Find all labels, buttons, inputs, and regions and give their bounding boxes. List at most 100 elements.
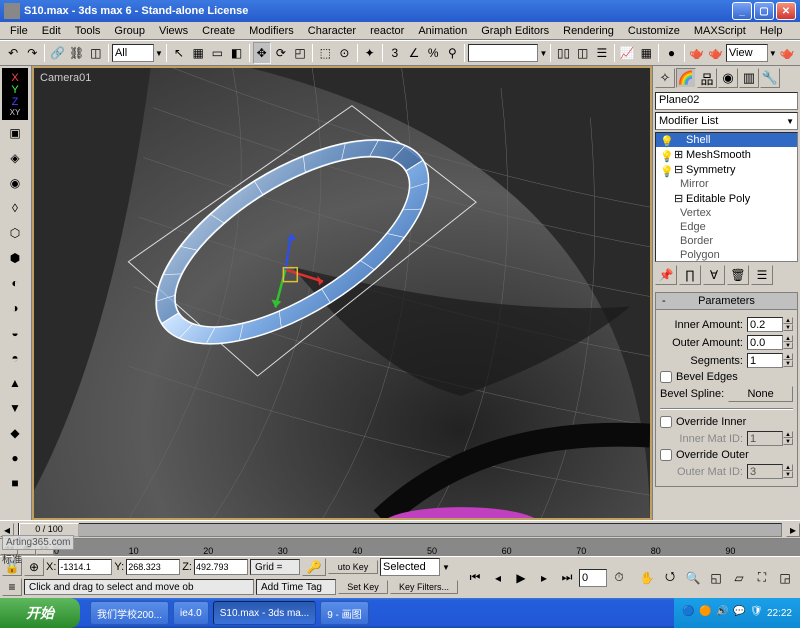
object-name-field[interactable]: Plane02 [655, 92, 798, 110]
reactor-tool-15[interactable]: ■ [2, 471, 28, 495]
modifier-stack-item[interactable]: Border [656, 234, 797, 248]
pin-stack-button[interactable]: 📌 [655, 265, 677, 285]
menu-grapheditors[interactable]: Graph Editors [475, 24, 555, 38]
taskbar-item[interactable]: ie4.0 [173, 601, 209, 625]
time-slider-next[interactable]: ▸ [786, 523, 800, 537]
spinner-down-icon[interactable]: ▼ [783, 360, 793, 367]
menu-modifiers[interactable]: Modifiers [243, 24, 300, 38]
view-dropdown[interactable] [726, 44, 768, 62]
bevel-edges-checkbox[interactable] [660, 371, 672, 383]
menu-file[interactable]: File [4, 24, 34, 38]
z-input[interactable] [194, 559, 248, 575]
menu-character[interactable]: Character [302, 24, 362, 38]
reactor-tool-10[interactable]: ◓ [2, 346, 28, 370]
link-button[interactable]: 🔗 [48, 42, 66, 64]
fov-button[interactable]: ▱ [728, 567, 750, 589]
snap-button[interactable]: 3 [386, 42, 404, 64]
minimize-button[interactable]: _ [732, 2, 752, 20]
window-crossing-button[interactable]: ◧ [227, 42, 245, 64]
time-tag[interactable]: Add Time Tag [256, 579, 336, 595]
menu-views[interactable]: Views [153, 24, 194, 38]
reactor-tool-8[interactable]: ◑ [2, 296, 28, 320]
abs-rel-button[interactable]: ⊕ [24, 558, 44, 576]
menu-reactor[interactable]: reactor [364, 24, 410, 38]
segments-input[interactable] [747, 353, 783, 368]
modifier-stack-item[interactable]: Polygon [656, 248, 797, 262]
reactor-tool-9[interactable]: ◒ [2, 321, 28, 345]
configure-button[interactable]: ☰ [751, 265, 773, 285]
rotate-button[interactable]: ⟳ [272, 42, 290, 64]
scale-button[interactable]: ◰ [291, 42, 309, 64]
next-frame-button[interactable]: ▸ [533, 567, 555, 589]
reactor-tool-5[interactable]: ⬡ [2, 221, 28, 245]
override-outer-checkbox[interactable] [660, 449, 672, 461]
prev-frame-button[interactable]: ◂ [487, 567, 509, 589]
curve-editor-button[interactable]: 📈 [618, 42, 636, 64]
y-input[interactable] [126, 559, 180, 575]
menu-help[interactable]: Help [754, 24, 789, 38]
modifier-stack-item[interactable]: Mirror [656, 177, 797, 191]
spinner-down-icon[interactable]: ▼ [783, 342, 793, 349]
selection-filter[interactable] [112, 44, 154, 62]
script-listener-button[interactable]: ≡ [2, 578, 22, 596]
reactor-tool-6[interactable]: ⬢ [2, 246, 28, 270]
maximize-button[interactable]: ▢ [754, 2, 774, 20]
bevel-spline-button[interactable]: None [728, 386, 793, 402]
create-tab[interactable]: ✧ [655, 68, 675, 88]
modifier-stack-item[interactable]: Edge [656, 220, 797, 234]
move-button[interactable]: ✥ [253, 42, 271, 64]
system-tray[interactable]: 🔵 🟠 🔊 💬 🛡 22:22 [674, 598, 800, 628]
menu-create[interactable]: Create [196, 24, 241, 38]
arc-rotate-button[interactable]: ⭯ [659, 567, 681, 589]
modifier-stack[interactable]: 💡Shell💡⊞MeshSmooth💡⊟SymmetryMirror⊟Edita… [655, 132, 798, 262]
hierarchy-tab[interactable]: 品 [697, 68, 717, 88]
menu-rendering[interactable]: Rendering [557, 24, 620, 38]
menu-animation[interactable]: Animation [412, 24, 473, 38]
tray-icon[interactable]: 🟠 [699, 606, 713, 620]
keyfilters-button[interactable]: Key Filters... [390, 580, 458, 594]
reactor-tool-3[interactable]: ◉ [2, 171, 28, 195]
render-last-button[interactable]: 🫖 [778, 42, 796, 64]
tray-icon[interactable]: 🔵 [682, 606, 696, 620]
center-button[interactable]: ⊙ [335, 42, 353, 64]
layers-button[interactable]: ☰ [593, 42, 611, 64]
reactor-tool-14[interactable]: ● [2, 446, 28, 470]
setkey-button[interactable]: Set Key [338, 580, 388, 594]
autokey-button[interactable]: uto Key [328, 560, 378, 574]
spinner-down-icon[interactable]: ▼ [783, 324, 793, 331]
mirror-button[interactable]: ▯▯ [554, 42, 572, 64]
psnap-button[interactable]: % [424, 42, 442, 64]
display-tab[interactable]: ▥ [739, 68, 759, 88]
taskbar-item[interactable]: S10.max - 3ds ma... [213, 601, 316, 625]
tray-icon[interactable]: 🛡 [750, 606, 764, 620]
menu-tools[interactable]: Tools [69, 24, 107, 38]
spinner-up-icon[interactable]: ▲ [783, 335, 793, 342]
modifier-stack-item[interactable]: ⊟Editable Poly [656, 191, 797, 206]
reactor-tool-4[interactable]: ◊ [2, 196, 28, 220]
menu-edit[interactable]: Edit [36, 24, 67, 38]
spinner-up-icon[interactable]: ▲ [783, 353, 793, 360]
undo-button[interactable]: ↶ [4, 42, 22, 64]
modifier-stack-item[interactable]: 💡⊞MeshSmooth [656, 147, 797, 162]
play-button[interactable]: ▶ [510, 567, 532, 589]
goto-end-button[interactable]: ⏭ [556, 567, 578, 589]
viewport[interactable]: Camera01 [32, 66, 652, 520]
reactor-tool-11[interactable]: ▲ [2, 371, 28, 395]
key-mode-button[interactable]: 🔑 [302, 558, 326, 576]
reactor-tool-12[interactable]: ▼ [2, 396, 28, 420]
time-slider[interactable]: 0 / 100 [18, 523, 782, 537]
zoom-all-button[interactable]: ◱ [705, 567, 727, 589]
motion-tab[interactable]: ◉ [718, 68, 738, 88]
goto-start-button[interactable]: ⏮ [464, 567, 486, 589]
modify-tab[interactable]: 🌈 [676, 68, 696, 88]
keymode-dropdown[interactable] [380, 558, 440, 576]
quick-render-button[interactable]: 🫖 [707, 42, 725, 64]
modifier-stack-item[interactable]: 💡Shell [656, 133, 797, 147]
manip-button[interactable]: ✦ [361, 42, 379, 64]
inner-amount-input[interactable] [747, 317, 783, 332]
zoom-extents-button[interactable]: ⛶ [751, 567, 773, 589]
align-button[interactable]: ◫ [574, 42, 592, 64]
material-button[interactable]: ● [662, 42, 680, 64]
asnap-button[interactable]: ∠ [405, 42, 423, 64]
outer-amount-input[interactable] [747, 335, 783, 350]
